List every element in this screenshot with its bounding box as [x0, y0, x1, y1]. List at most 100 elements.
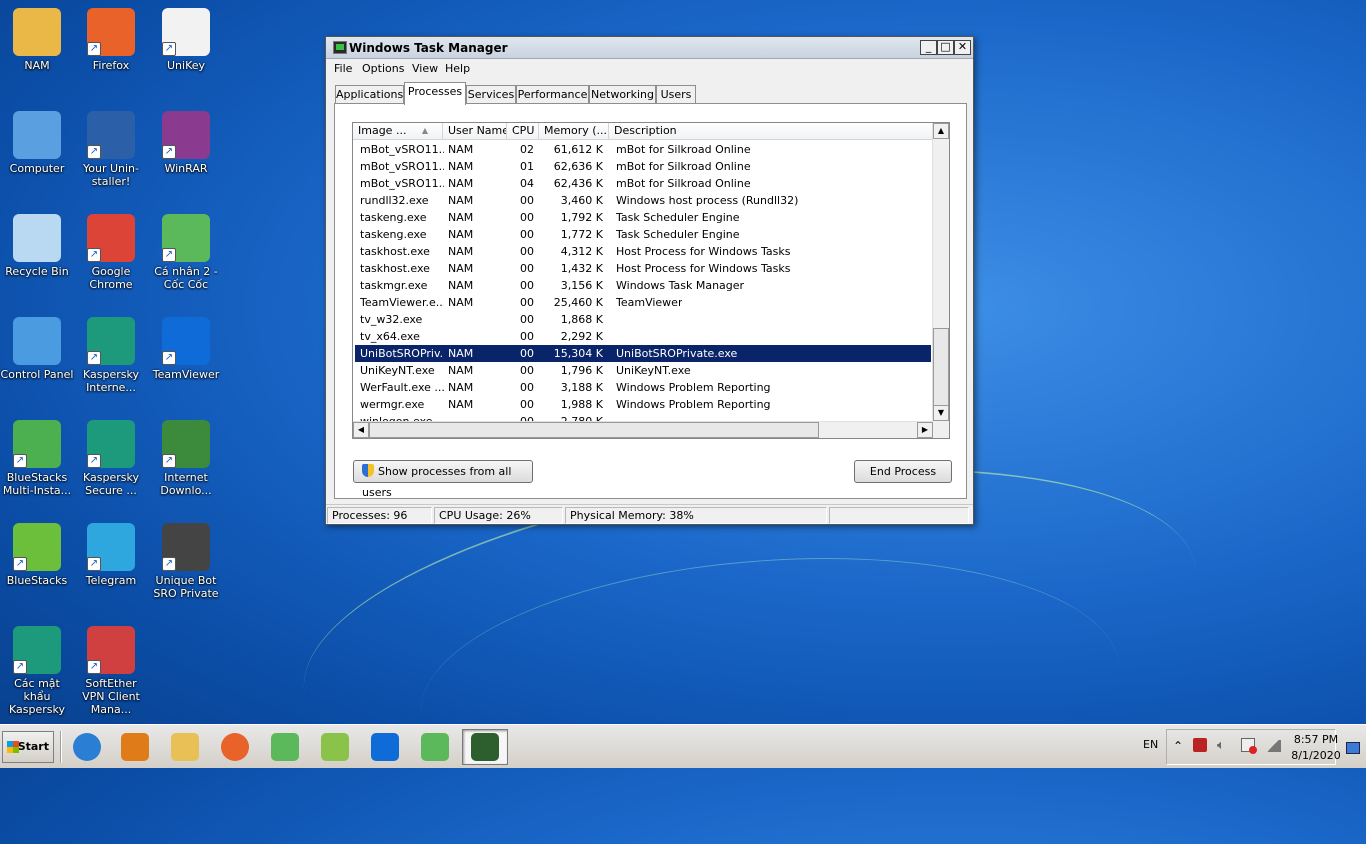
vertical-scrollbar[interactable]: ▲ ▼: [932, 123, 949, 438]
process-row[interactable]: taskhost.exe NAM 00 1,432 K Host Process for…: [355, 260, 931, 277]
security-tray-icon[interactable]: [1193, 738, 1207, 752]
bluestacks-multi-icon: ↗: [13, 420, 61, 468]
process-row[interactable]: taskhost.exe NAM 00 4,312 K Host Process for…: [355, 243, 931, 260]
cell-cpu: 00: [520, 347, 534, 360]
minimize-button[interactable]: _: [920, 40, 937, 55]
process-row[interactable]: tv_x64.exe 00 2,292 K: [355, 328, 931, 345]
close-button[interactable]: ✕: [954, 40, 971, 55]
column-image-name[interactable]: Image ... ▲: [353, 123, 443, 140]
desktop-icon[interactable]: ↗ Telegram: [74, 517, 148, 587]
desktop-icon[interactable]: ↗ Internet Downlo...: [149, 414, 223, 497]
unique-bot-icon: ↗: [162, 523, 210, 571]
start-button[interactable]: Start: [2, 731, 54, 763]
taskbar-button[interactable]: [212, 729, 258, 765]
tab-performance[interactable]: Performance: [516, 85, 589, 104]
cell-user-name: NAM: [448, 194, 474, 207]
tab-applications[interactable]: Applications: [335, 85, 404, 104]
process-row[interactable]: tv_w32.exe 00 1,868 K: [355, 311, 931, 328]
desktop-icon[interactable]: NAM: [0, 2, 74, 72]
process-list[interactable]: Image ... ▲ User Name CPU Memory (... De…: [352, 122, 950, 439]
desktop-icon[interactable]: Control Panel: [0, 311, 74, 381]
maximize-button[interactable]: □: [937, 40, 954, 55]
scroll-left-icon[interactable]: ◀: [353, 422, 369, 438]
cell-memory: 1,868 K: [560, 313, 603, 326]
column-description[interactable]: Description: [609, 123, 933, 140]
language-indicator[interactable]: EN: [1143, 738, 1158, 751]
cell-image-name: tv_w32.exe: [360, 313, 423, 326]
process-row[interactable]: taskeng.exe NAM 00 1,772 K Task Scheduler En…: [355, 226, 931, 243]
desktop-icon[interactable]: Recycle Bin: [0, 208, 74, 278]
volume-icon[interactable]: 🔈︎: [1217, 738, 1225, 753]
show-desktop-icon[interactable]: [1346, 742, 1360, 754]
desktop-icon[interactable]: ↗ Cá nhân 2 - Cốc Cốc: [149, 208, 223, 291]
desktop-icon[interactable]: ↗ WinRAR: [149, 105, 223, 175]
process-row[interactable]: taskeng.exe NAM 00 1,792 K Task Scheduler En…: [355, 209, 931, 226]
tab-networking[interactable]: Networking: [589, 85, 656, 104]
process-row[interactable]: mBot_vSRO11... NAM 02 61,612 K mBot for Silk…: [355, 141, 931, 158]
clock-time[interactable]: 8:57 PM: [1288, 733, 1344, 746]
process-row[interactable]: TeamViewer.e... NAM 00 25,460 K TeamViewer: [355, 294, 931, 311]
desktop-icon[interactable]: ↗ Kaspersky Interne...: [74, 311, 148, 394]
process-row[interactable]: rundll32.exe NAM 00 3,460 K Windows host pro…: [355, 192, 931, 209]
shortcut-arrow-icon: ↗: [162, 145, 176, 159]
process-row[interactable]: WerFault.exe ... NAM 00 3,188 K Windows Prob…: [355, 379, 931, 396]
show-all-users-button[interactable]: Show processes from all users: [353, 460, 533, 499]
tab-users[interactable]: Users: [656, 85, 696, 104]
scroll-right-icon[interactable]: ▶: [917, 422, 933, 438]
menu-options[interactable]: Options: [362, 62, 404, 75]
process-row[interactable]: mBot_vSRO11... NAM 01 62,636 K mBot for Silk…: [355, 158, 931, 175]
horizontal-scroll-thumb[interactable]: [369, 422, 819, 438]
desktop-icon[interactable]: ↗ SoftEther VPN Client Mana...: [74, 620, 148, 716]
column-cpu[interactable]: CPU: [507, 123, 539, 140]
column-user-name[interactable]: User Name: [443, 123, 507, 140]
taskbar-button[interactable]: [462, 729, 508, 765]
desktop-icon[interactable]: ↗ Google Chrome: [74, 208, 148, 291]
cell-memory: 1,988 K: [560, 398, 603, 411]
menu-help[interactable]: Help: [445, 62, 470, 75]
taskbar-button[interactable]: [362, 729, 408, 765]
end-process-button[interactable]: End Process: [854, 460, 952, 483]
desktop-icon[interactable]: ↗ TeamViewer: [149, 311, 223, 381]
desktop-icon[interactable]: ↗ Các mật khẩu Kaspersky: [0, 620, 74, 716]
cell-description: UniBotSROPrivate.exe: [616, 347, 738, 360]
menu-view[interactable]: View: [412, 62, 438, 75]
tab-services[interactable]: Services: [466, 85, 516, 104]
signal-icon[interactable]: [1265, 740, 1281, 752]
taskbar-button[interactable]: [112, 729, 158, 765]
taskbar-button[interactable]: [64, 729, 110, 765]
process-row[interactable]: taskmgr.exe NAM 00 3,156 K Windows Task Mana…: [355, 277, 931, 294]
scroll-down-icon[interactable]: ▼: [933, 405, 949, 421]
clock-date[interactable]: 8/1/2020: [1288, 749, 1344, 762]
show-hidden-icons-icon[interactable]: ⌃: [1173, 739, 1183, 753]
cell-cpu: 00: [520, 296, 534, 309]
title-bar[interactable]: Windows Task Manager _ □ ✕: [326, 37, 973, 59]
cell-image-name: WerFault.exe ...: [360, 381, 444, 394]
taskbar-button[interactable]: [262, 729, 308, 765]
desktop-icon[interactable]: ↗ Unique Bot SRO Private: [149, 517, 223, 600]
horizontal-scrollbar[interactable]: ◀ ▶: [353, 421, 933, 438]
desktop-icon[interactable]: ↗ Your Unin-staller!: [74, 105, 148, 188]
taskbar-button[interactable]: [312, 729, 358, 765]
scroll-up-icon[interactable]: ▲: [933, 123, 949, 139]
desktop-icon-label: Kaspersky Secure ...: [83, 471, 139, 497]
tab-processes[interactable]: Processes: [404, 82, 466, 105]
desktop-icon-label: Cá nhân 2 - Cốc Cốc: [154, 265, 218, 291]
taskbar-button[interactable]: [412, 729, 458, 765]
desktop-icon[interactable]: ↗ Kaspersky Secure ...: [74, 414, 148, 497]
cell-cpu: 00: [520, 398, 534, 411]
cell-cpu: 00: [520, 262, 534, 275]
process-row[interactable]: UniKeyNT.exe NAM 00 1,796 K UniKeyNT.exe: [355, 362, 931, 379]
desktop-icon[interactable]: ↗ Firefox: [74, 2, 148, 72]
desktop-icon[interactable]: ↗ BlueStacks: [0, 517, 74, 587]
process-row[interactable]: mBot_vSRO11... NAM 04 62,436 K mBot for Silk…: [355, 175, 931, 192]
column-memory[interactable]: Memory (...: [539, 123, 609, 140]
vertical-scroll-thumb[interactable]: [933, 328, 949, 416]
menu-file[interactable]: File: [334, 62, 352, 75]
taskbar-button[interactable]: [162, 729, 208, 765]
desktop-icon[interactable]: Computer: [0, 105, 74, 175]
process-row[interactable]: wermgr.exe NAM 00 1,988 K Windows Problem Re…: [355, 396, 931, 413]
network-error-icon[interactable]: [1241, 738, 1257, 754]
desktop-icon[interactable]: ↗ UniKey: [149, 2, 223, 72]
desktop-icon[interactable]: ↗ BlueStacks Multi-Insta...: [0, 414, 74, 497]
process-row[interactable]: UniBotSROPriv... NAM 00 15,304 K UniBotSROPr…: [355, 345, 931, 362]
